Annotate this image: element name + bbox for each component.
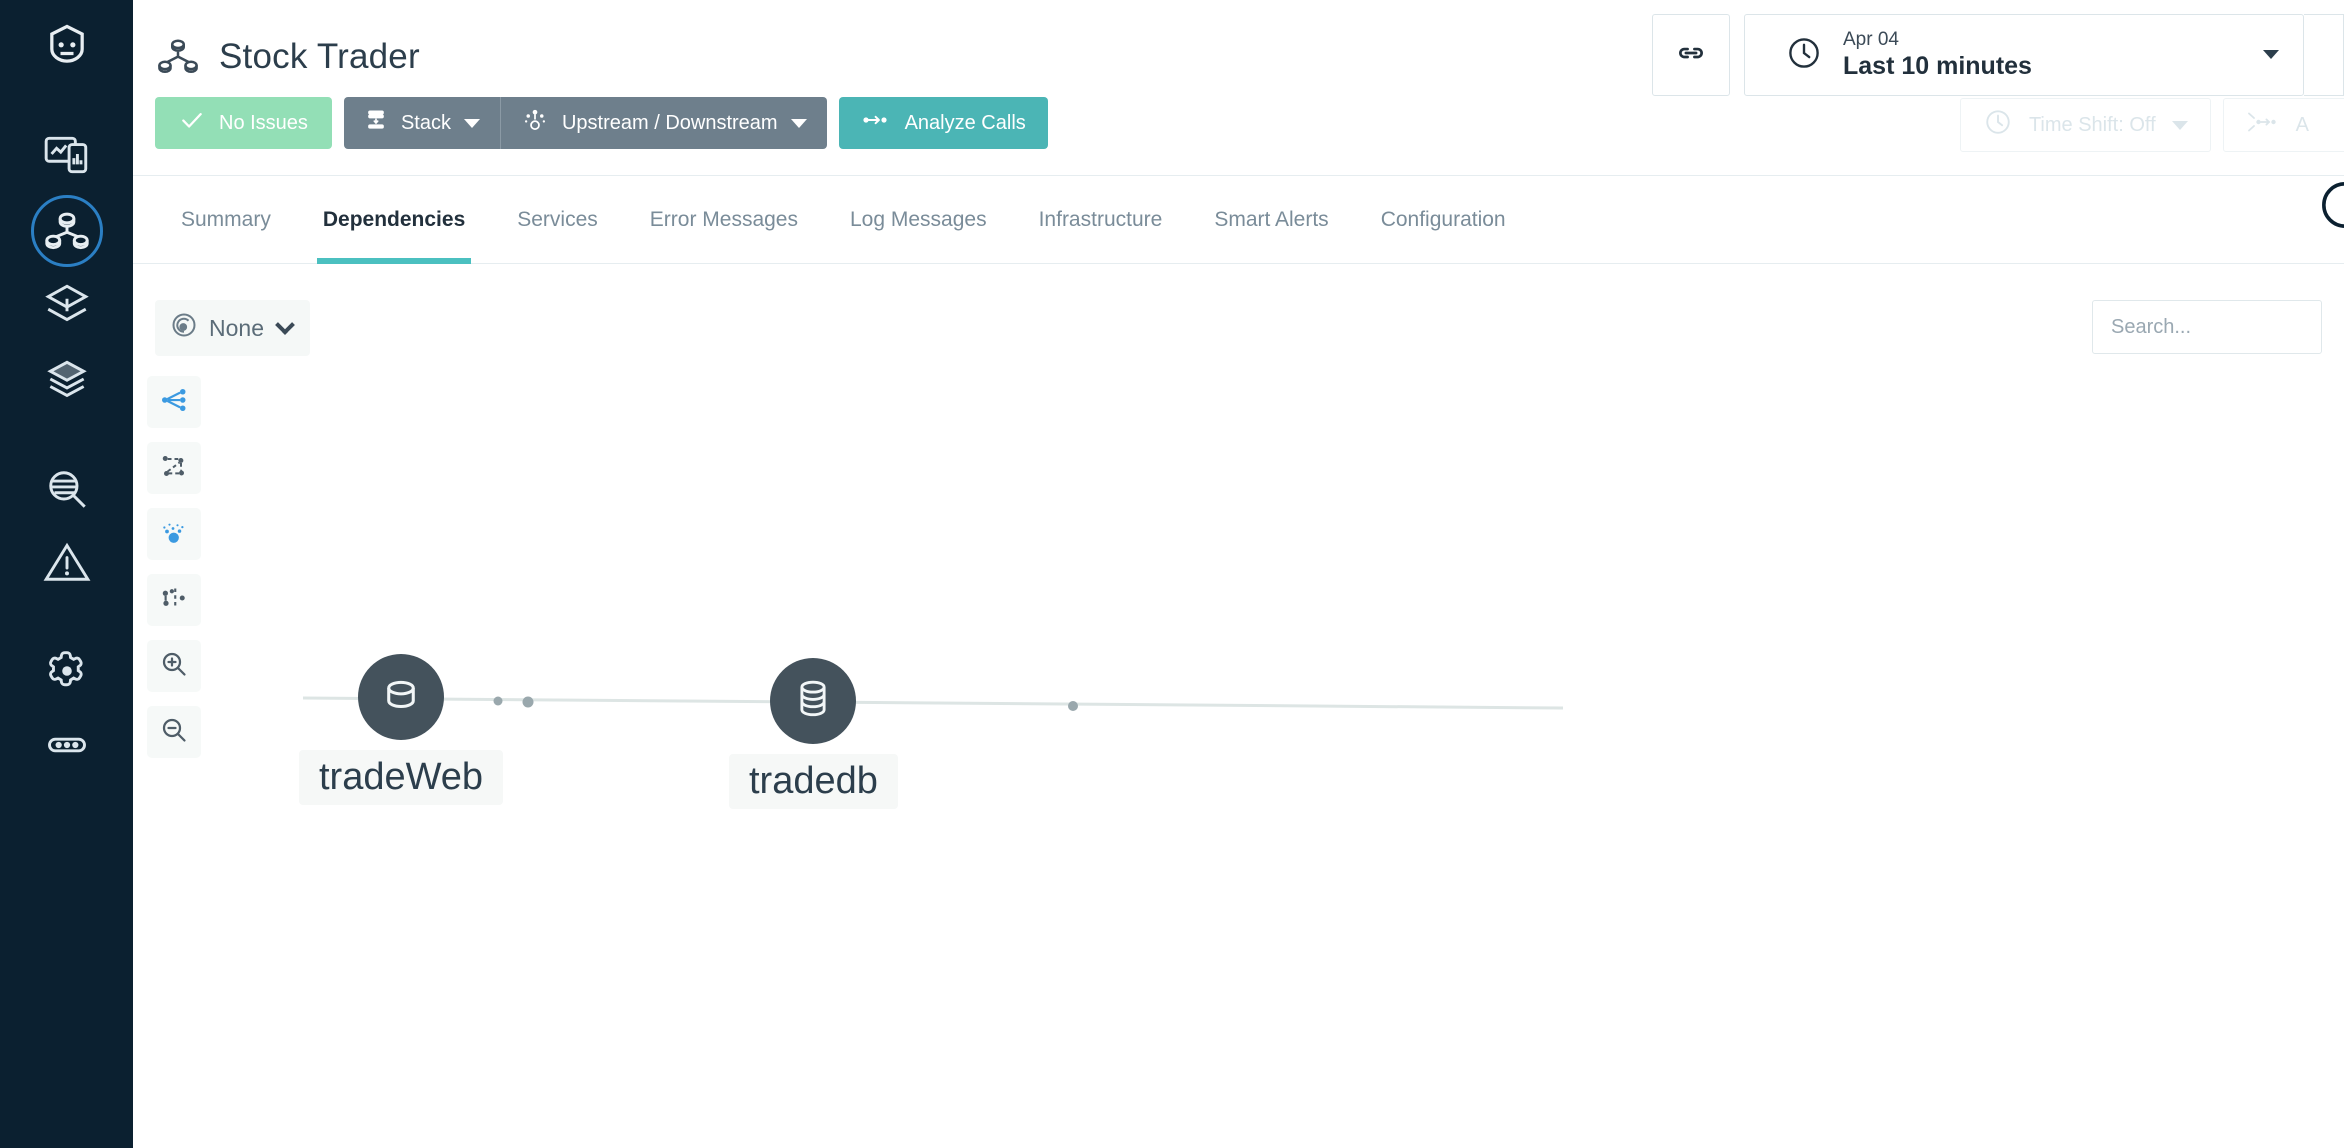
- tab-error-messages[interactable]: Error Messages: [624, 176, 824, 264]
- view-controls-group: Stack Upstream / Downstream: [343, 97, 827, 149]
- network-icon: [159, 451, 189, 486]
- database-icon: [790, 676, 836, 727]
- gear-icon: [42, 646, 92, 696]
- sidebar-item-events[interactable]: [0, 526, 133, 600]
- cluster-icon: [159, 517, 189, 552]
- split-nodes-icon: [159, 583, 189, 618]
- node-label: tradedb: [729, 754, 898, 809]
- grouping-icon: [169, 310, 199, 346]
- sidebar-item-analytics[interactable]: [0, 452, 133, 526]
- sidebar-item-platforms[interactable]: [0, 342, 133, 416]
- stack-label: Stack: [400, 111, 451, 134]
- zoom-in-button[interactable]: [147, 640, 201, 692]
- compare-arrows-icon: [2246, 109, 2280, 141]
- chevron-down-icon: [275, 315, 295, 335]
- chevron-down-icon: [463, 118, 480, 128]
- clock-icon: [1983, 107, 2013, 143]
- page-header: Stock Trader No Issues Stack Upstream / …: [133, 0, 2344, 176]
- analytics-search-icon: [42, 464, 92, 514]
- application-root: Stock Trader No Issues Stack Upstream / …: [0, 0, 2344, 1148]
- sidebar-item-settings[interactable]: [0, 634, 133, 708]
- header-right-controls: Apr 04 Last 10 minutes: [1652, 14, 2344, 96]
- topology-icon: [521, 106, 549, 140]
- time-range-date: Apr 04: [1843, 28, 1899, 50]
- node-label: tradeWeb: [299, 750, 504, 805]
- tab-log-messages[interactable]: Log Messages: [824, 176, 1013, 264]
- split-layout-button[interactable]: [147, 574, 201, 626]
- tab-infrastructure[interactable]: Infrastructure: [1013, 176, 1189, 264]
- dependency-graph-panel: None Search... tradeWeb tradedb: [133, 264, 2344, 1148]
- robot-logo-icon: [41, 21, 93, 73]
- check-icon: [179, 107, 205, 139]
- cluster-layout-button[interactable]: [147, 508, 201, 560]
- tab-smart-alerts[interactable]: Smart Alerts: [1188, 176, 1354, 264]
- left-sidebar: [0, 0, 133, 1148]
- application-perspective-icon: [155, 34, 201, 80]
- more-dots-icon: [42, 720, 92, 770]
- graph-search-box[interactable]: [2092, 300, 2322, 354]
- analyze-calls-label: Analyze Calls: [904, 111, 1026, 134]
- main-content: Stock Trader No Issues Stack Upstream / …: [133, 0, 2344, 1148]
- node-circle[interactable]: [770, 658, 857, 744]
- sidebar-item-websites-mobile[interactable]: [0, 118, 133, 192]
- grouping-selector[interactable]: None: [155, 300, 310, 356]
- time-shift-button[interactable]: Time Shift: Off: [1959, 98, 2211, 152]
- warning-triangle-icon: [42, 538, 92, 588]
- tab-configuration[interactable]: Configuration: [1355, 176, 1532, 264]
- tab-dependencies[interactable]: Dependencies: [297, 176, 491, 264]
- upstream-downstream-label: Upstream / Downstream: [561, 111, 778, 134]
- network-layout-button[interactable]: [147, 442, 201, 494]
- stack-layers-icon: [42, 354, 92, 404]
- tab-services[interactable]: Services: [491, 176, 624, 264]
- no-issues-button[interactable]: No Issues: [155, 97, 332, 149]
- page-title: Stock Trader: [219, 37, 420, 76]
- graph-tool-rail: [147, 376, 201, 758]
- clock-icon: [1785, 34, 1823, 77]
- hierarchy-icon: [159, 385, 189, 420]
- websites-mobile-icon: [42, 130, 92, 180]
- grouping-label: None: [209, 314, 264, 341]
- stack-button[interactable]: Stack: [343, 97, 500, 149]
- time-range-picker[interactable]: Apr 04 Last 10 minutes: [1744, 14, 2304, 96]
- sidebar-item-more[interactable]: [0, 708, 133, 782]
- share-link-button[interactable]: [1652, 14, 1730, 96]
- stack-icon: [364, 108, 388, 138]
- sidebar-item-logo[interactable]: [0, 10, 133, 84]
- chevron-down-icon: [790, 118, 807, 128]
- sidebar-item-applications[interactable]: [0, 194, 133, 268]
- link-icon: [1674, 36, 1708, 75]
- applications-icon: [42, 206, 92, 256]
- sidebar-item-infrastructure[interactable]: [0, 268, 133, 342]
- analyze-calls-button[interactable]: Analyze Calls: [838, 97, 1048, 149]
- search-input[interactable]: [2111, 315, 2303, 339]
- time-range-label: Last 10 minutes: [1843, 52, 2032, 81]
- single-disc-icon: [378, 672, 424, 723]
- no-issues-label: No Issues: [219, 111, 308, 134]
- node-circle[interactable]: [358, 654, 445, 740]
- secondary-toolbar: Time Shift: Off A: [1959, 98, 2344, 152]
- tab-summary[interactable]: Summary: [155, 176, 297, 264]
- calls-arrow-icon: [861, 110, 891, 136]
- infrastructure-icon: [42, 280, 92, 330]
- time-shift-label: Time Shift: Off: [2028, 113, 2156, 136]
- hierarchy-layout-button[interactable]: [147, 376, 201, 428]
- zoom-out-icon: [159, 715, 189, 750]
- upstream-downstream-button[interactable]: Upstream / Downstream: [499, 97, 827, 149]
- chevron-down-icon: [2171, 120, 2188, 130]
- graph-node-tradedb[interactable]: tradedb: [729, 658, 898, 809]
- compare-button[interactable]: A: [2222, 98, 2344, 152]
- header-overflow-area: [2304, 14, 2344, 96]
- zoom-out-button[interactable]: [147, 706, 201, 758]
- zoom-in-icon: [159, 649, 189, 684]
- compare-label: A: [2295, 113, 2309, 136]
- chevron-down-icon: [2223, 46, 2279, 64]
- tab-bar: Summary Dependencies Services Error Mess…: [133, 176, 2344, 264]
- graph-node-tradeweb[interactable]: tradeWeb: [299, 654, 504, 805]
